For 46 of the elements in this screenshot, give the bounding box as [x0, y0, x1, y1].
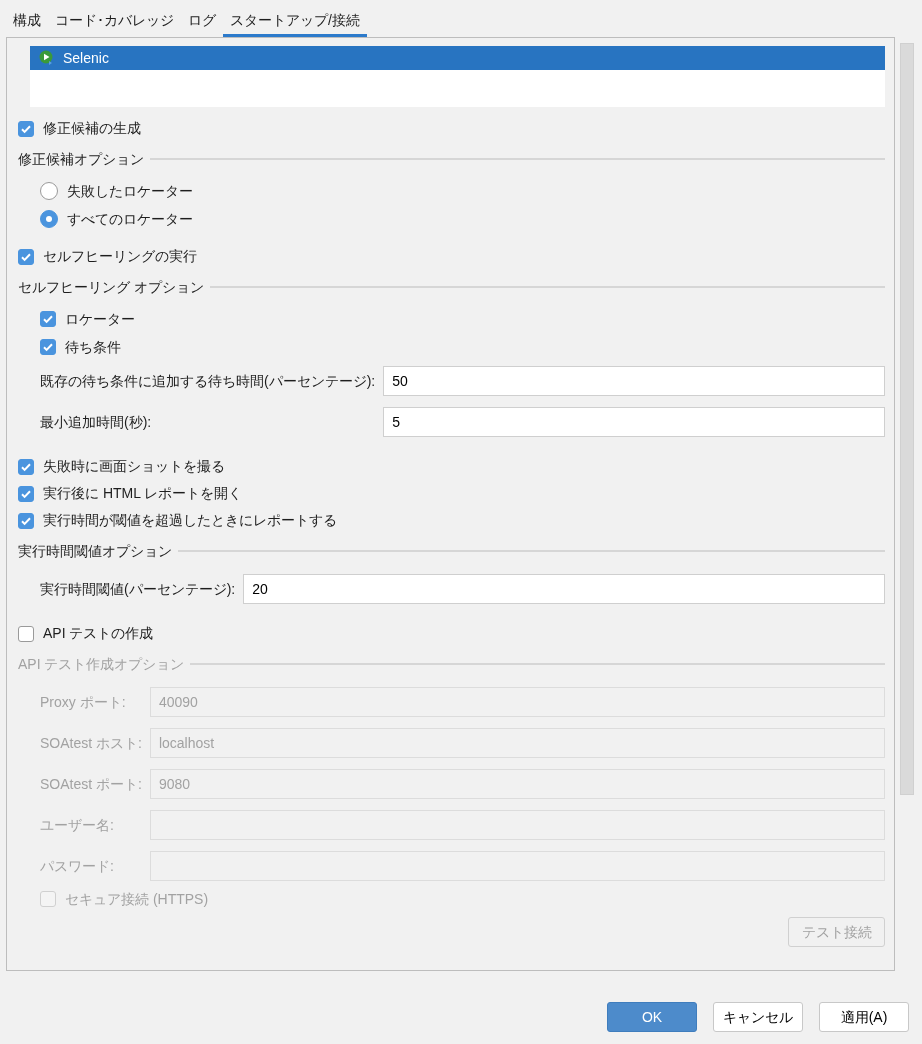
field-label: Proxy ポート: — [40, 693, 127, 712]
list-item[interactable]: Selenic — [30, 46, 885, 70]
group-title: 修正候補オプション — [18, 149, 144, 169]
field-label: 既存の待ち条件に追加する待ち時間(パーセンテージ): — [40, 372, 376, 391]
field-label: ユーザー名: — [40, 816, 115, 835]
checkbox[interactable] — [18, 248, 34, 265]
dialog-button[interactable]: OK — [607, 1002, 697, 1032]
radio-label: すべてのロケーター — [67, 209, 193, 229]
checkbox-label: API テストの作成 — [43, 624, 154, 643]
checkbox[interactable] — [18, 512, 34, 529]
field-label: 最小追加時間(秒): — [40, 413, 153, 432]
dialog-button[interactable]: 適用(A) — [819, 1002, 909, 1032]
checkbox-label: 失敗時に画面ショットを撮る — [43, 457, 225, 476]
checkbox-label: 実行後に HTML レポートを開く — [43, 484, 243, 503]
field-label: パスワード: — [40, 857, 115, 876]
checkbox[interactable] — [18, 458, 34, 475]
checkbox-label: セルフヒーリングの実行 — [43, 247, 197, 266]
play-icon — [39, 50, 55, 66]
field-label: SOAtest ホスト: — [40, 734, 142, 753]
tab[interactable]: スタートアップ/接続 — [223, 0, 367, 37]
group-title: 実行時間閾値オプション — [18, 541, 172, 561]
checkbox-label: ロケーター — [65, 309, 135, 329]
checkbox[interactable] — [18, 120, 34, 137]
checkbox-label: 待ち条件 — [65, 337, 121, 357]
checkbox[interactable] — [40, 339, 56, 355]
checkbox[interactable] — [18, 485, 34, 502]
group-title: API テスト作成オプション — [18, 654, 185, 674]
checkbox-label: 実行時間が閾値を超過したときにレポートする — [43, 511, 337, 530]
input-field[interactable]: 5 — [383, 407, 885, 437]
input-field[interactable]: 20 — [243, 574, 885, 604]
radio-button[interactable] — [40, 210, 58, 228]
tab[interactable]: ログ — [181, 0, 223, 37]
tab[interactable]: 構成 — [6, 0, 48, 37]
tab[interactable]: コード･カバレッジ — [48, 0, 181, 37]
checkbox-label: 修正候補の生成 — [43, 119, 141, 138]
radio-label: 失敗したロケーター — [67, 181, 193, 201]
input-field[interactable]: 50 — [383, 366, 885, 396]
field-label: 実行時間閾値(パーセンテージ): — [40, 580, 236, 599]
checkbox[interactable] — [18, 625, 34, 642]
field-label: SOAtest ポート: — [40, 775, 142, 794]
checkbox[interactable] — [40, 311, 56, 327]
group-title: セルフヒーリング オプション — [18, 277, 204, 297]
radio-button[interactable] — [40, 182, 58, 200]
dialog-button[interactable]: キャンセル — [713, 1002, 803, 1032]
scrollbar[interactable] — [900, 43, 914, 795]
checkbox-label: セキュア接続 (HTTPS) — [65, 889, 209, 909]
